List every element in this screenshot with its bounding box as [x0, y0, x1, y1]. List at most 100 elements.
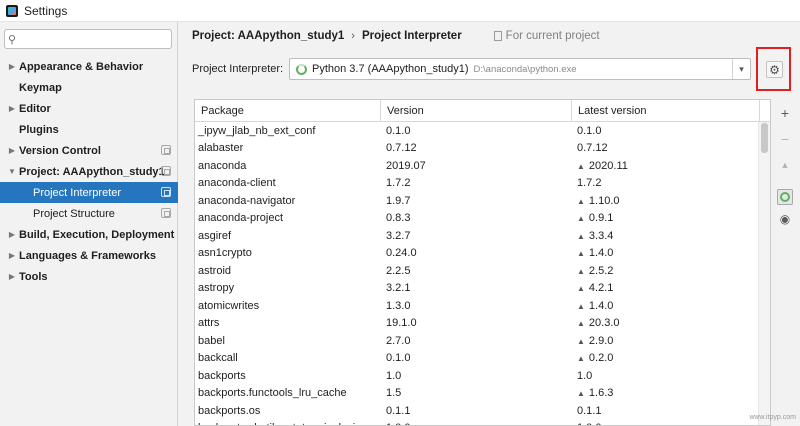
table-row[interactable]: atomicwrites 1.3.0 ▲ 1.4.0 [195, 297, 770, 315]
package-version: 1.5 [386, 387, 402, 400]
package-latest: 1.7.2 [572, 177, 760, 189]
latest-version-value: 1.7.2 [577, 177, 602, 190]
collapse-arrow-icon[interactable]: ▼ [6, 167, 18, 176]
package-latest: ▲ 20.3.0 [572, 317, 760, 329]
sidebar-item-project-structure[interactable]: Project Structure [0, 203, 178, 224]
upgrade-available-icon: ▲ [577, 284, 585, 294]
package-latest: 1.0 [572, 370, 760, 382]
upgrade-available-icon: ▲ [577, 231, 585, 241]
package-version: 1.0.0 [381, 422, 572, 425]
table-row[interactable]: asgiref 3.2.7 ▲ 3.3.4 [195, 227, 770, 245]
table-row[interactable]: alabaster 0.7.12 0.7.12 [195, 140, 770, 158]
table-row[interactable]: anaconda-client 1.7.2 1.7.2 [195, 175, 770, 193]
table-body: _ipyw_jlab_nb_ext_conf 0.1.0 0.1.0 alabaste… [195, 122, 770, 425]
sidebar-item-tools[interactable]: ▶ Tools [0, 266, 178, 287]
settings-search[interactable]: ⚲ [4, 29, 172, 49]
add-package-button[interactable]: + [777, 105, 793, 121]
table-row[interactable]: backports 1.0 1.0 [195, 367, 770, 385]
latest-version-value: 3.3.4 [588, 229, 614, 242]
sidebar-item-project[interactable]: ▼ Project: AAApython_study1 [0, 161, 178, 182]
search-input[interactable] [18, 33, 159, 45]
table-row[interactable]: asn1crypto 0.24.0 ▲ 1.4.0 [195, 245, 770, 263]
sidebar-item-plugins[interactable]: Plugins [0, 119, 178, 140]
expand-arrow-icon[interactable]: ▶ [6, 230, 18, 239]
package-version: 0.7.12 [386, 142, 417, 155]
eye-icon[interactable]: ◉ [777, 211, 793, 227]
package-name: attrs [198, 317, 220, 330]
package-latest: ▲ 3.3.4 [572, 230, 760, 242]
project-settings-icon [161, 187, 171, 197]
table-row[interactable]: _ipyw_jlab_nb_ext_conf 0.1.0 0.1.0 [195, 122, 770, 140]
sidebar-item-appearance[interactable]: ▶ Appearance & Behavior [0, 56, 178, 77]
package-name: backports.shutil_get_terminal_size [195, 422, 381, 425]
upgrade-available-icon: ▲ [577, 336, 585, 346]
interpreter-select[interactable]: Python 3.7 (AAApython_study1) D:\anacond… [289, 58, 751, 80]
package-latest: 0.1.1 [572, 405, 760, 417]
table-row[interactable]: backports.functools_lru_cache 1.5 ▲ 1.6.3 [195, 385, 770, 403]
latest-version-value: 1.0 [577, 369, 593, 382]
table-row[interactable]: attrs 19.1.0 ▲ 20.3.0 [195, 315, 770, 333]
package-version: 0.8.3 [386, 212, 411, 225]
document-icon [493, 31, 502, 41]
sidebar-item-label: Plugins [19, 123, 59, 136]
column-header-version[interactable]: Version [381, 100, 572, 122]
table-row[interactable]: backports.os 0.1.1 0.1.1 [195, 402, 770, 420]
column-header-latest[interactable]: Latest version [572, 100, 760, 122]
package-name: asgiref [198, 229, 232, 242]
scrollbar-thumb[interactable] [761, 123, 768, 153]
package-version: 0.1.1 [386, 404, 411, 417]
table-row[interactable]: astroid 2.2.5 ▲ 2.5.2 [195, 262, 770, 280]
project-settings-icon [161, 145, 171, 155]
interpreter-name: Python 3.7 (AAApython_study1) [312, 63, 469, 75]
table-row[interactable]: babel 2.7.0 ▲ 2.9.0 [195, 332, 770, 350]
expand-arrow-icon[interactable]: ▶ [6, 251, 18, 260]
expand-arrow-icon[interactable]: ▶ [6, 146, 18, 155]
upgrade-available-icon: ▲ [577, 249, 585, 259]
sidebar-item-label: Keymap [19, 81, 62, 94]
sidebar-item-keymap[interactable]: Keymap [0, 77, 178, 98]
upgrade-available-icon: ▲ [577, 266, 585, 276]
refresh-icon [780, 192, 790, 202]
table-row[interactable]: anaconda-navigator 1.9.7 ▲ 1.10.0 [195, 192, 770, 210]
sidebar-item-project-interpreter[interactable]: Project Interpreter [0, 182, 178, 203]
package-version: 2019.07 [386, 159, 426, 172]
sidebar-item-build[interactable]: ▶ Build, Execution, Deployment [0, 224, 178, 245]
package-name: astropy [198, 282, 235, 295]
upgrade-available-icon: ▲ [577, 354, 585, 364]
sidebar-item-label: Build, Execution, Deployment [19, 228, 175, 241]
sidebar-item-editor[interactable]: ▶ Editor [0, 98, 178, 119]
remove-package-button[interactable]: − [777, 131, 793, 147]
chevron-down-icon[interactable]: ▾ [732, 59, 750, 79]
expand-arrow-icon[interactable]: ▶ [6, 62, 18, 71]
vertical-scrollbar[interactable] [758, 122, 770, 425]
sidebar-item-languages[interactable]: ▶ Languages & Frameworks [0, 245, 178, 266]
package-version: 0.1.0 [386, 352, 411, 365]
latest-version-value: 1.4.0 [588, 299, 614, 312]
interpreter-path: D:\anaconda\python.exe [473, 63, 577, 75]
sidebar-item-label: Languages & Frameworks [19, 249, 156, 262]
sidebar-item-label: Project Interpreter [33, 186, 122, 199]
expand-arrow-icon[interactable]: ▶ [6, 272, 18, 281]
gear-icon[interactable]: ⚙ [766, 61, 783, 78]
table-row[interactable]: backcall 0.1.0 ▲ 0.2.0 [195, 350, 770, 368]
package-version: 3.2.7 [386, 229, 411, 242]
table-row[interactable]: backports.shutil_get_terminal_size1.0.01… [195, 420, 770, 425]
package-version: 19.1.0 [386, 317, 417, 330]
latest-version-toggle[interactable] [777, 189, 793, 205]
upgrade-available-icon: ▲ [577, 214, 585, 224]
sidebar-item-version-control[interactable]: ▶ Version Control [0, 140, 178, 161]
table-row[interactable]: anaconda-project 0.8.3 ▲ 0.9.1 [195, 210, 770, 228]
latest-version-value: 0.7.12 [577, 142, 608, 155]
table-row[interactable]: astropy 3.2.1 ▲ 4.2.1 [195, 280, 770, 298]
package-name: backports.functools_lru_cache [198, 387, 347, 400]
latest-version-value: 0.1.1 [577, 404, 602, 417]
column-header-package[interactable]: Package [195, 100, 381, 122]
settings-sidebar: ⚲ ▶ Appearance & Behavior Keymap ▶ Edito… [0, 22, 178, 426]
window-title: Settings [24, 3, 68, 18]
interpreter-row: Project Interpreter: Python 3.7 (AAApyth… [192, 58, 751, 80]
package-latest: ▲ 0.9.1 [572, 212, 760, 224]
expand-arrow-icon[interactable]: ▶ [6, 104, 18, 113]
table-row[interactable]: anaconda 2019.07 ▲ 2020.11 [195, 157, 770, 175]
upgrade-package-button[interactable]: ▲ [777, 157, 793, 173]
package-version: 1.7.2 [386, 177, 411, 190]
